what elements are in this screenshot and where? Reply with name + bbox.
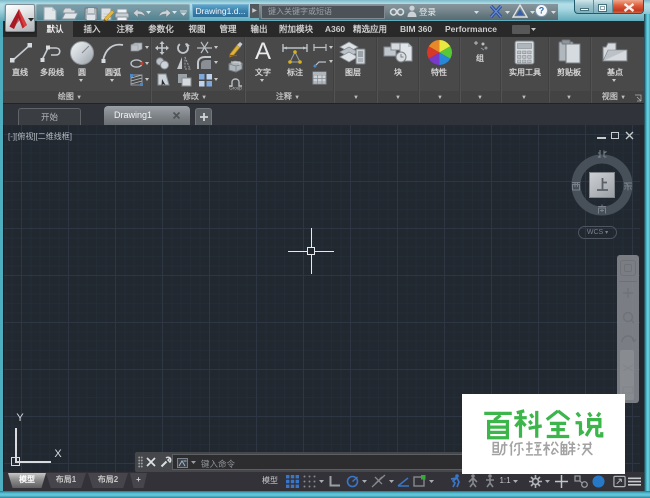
svg-text:?: ? (539, 6, 545, 16)
svg-text:Group: Group (229, 86, 242, 91)
